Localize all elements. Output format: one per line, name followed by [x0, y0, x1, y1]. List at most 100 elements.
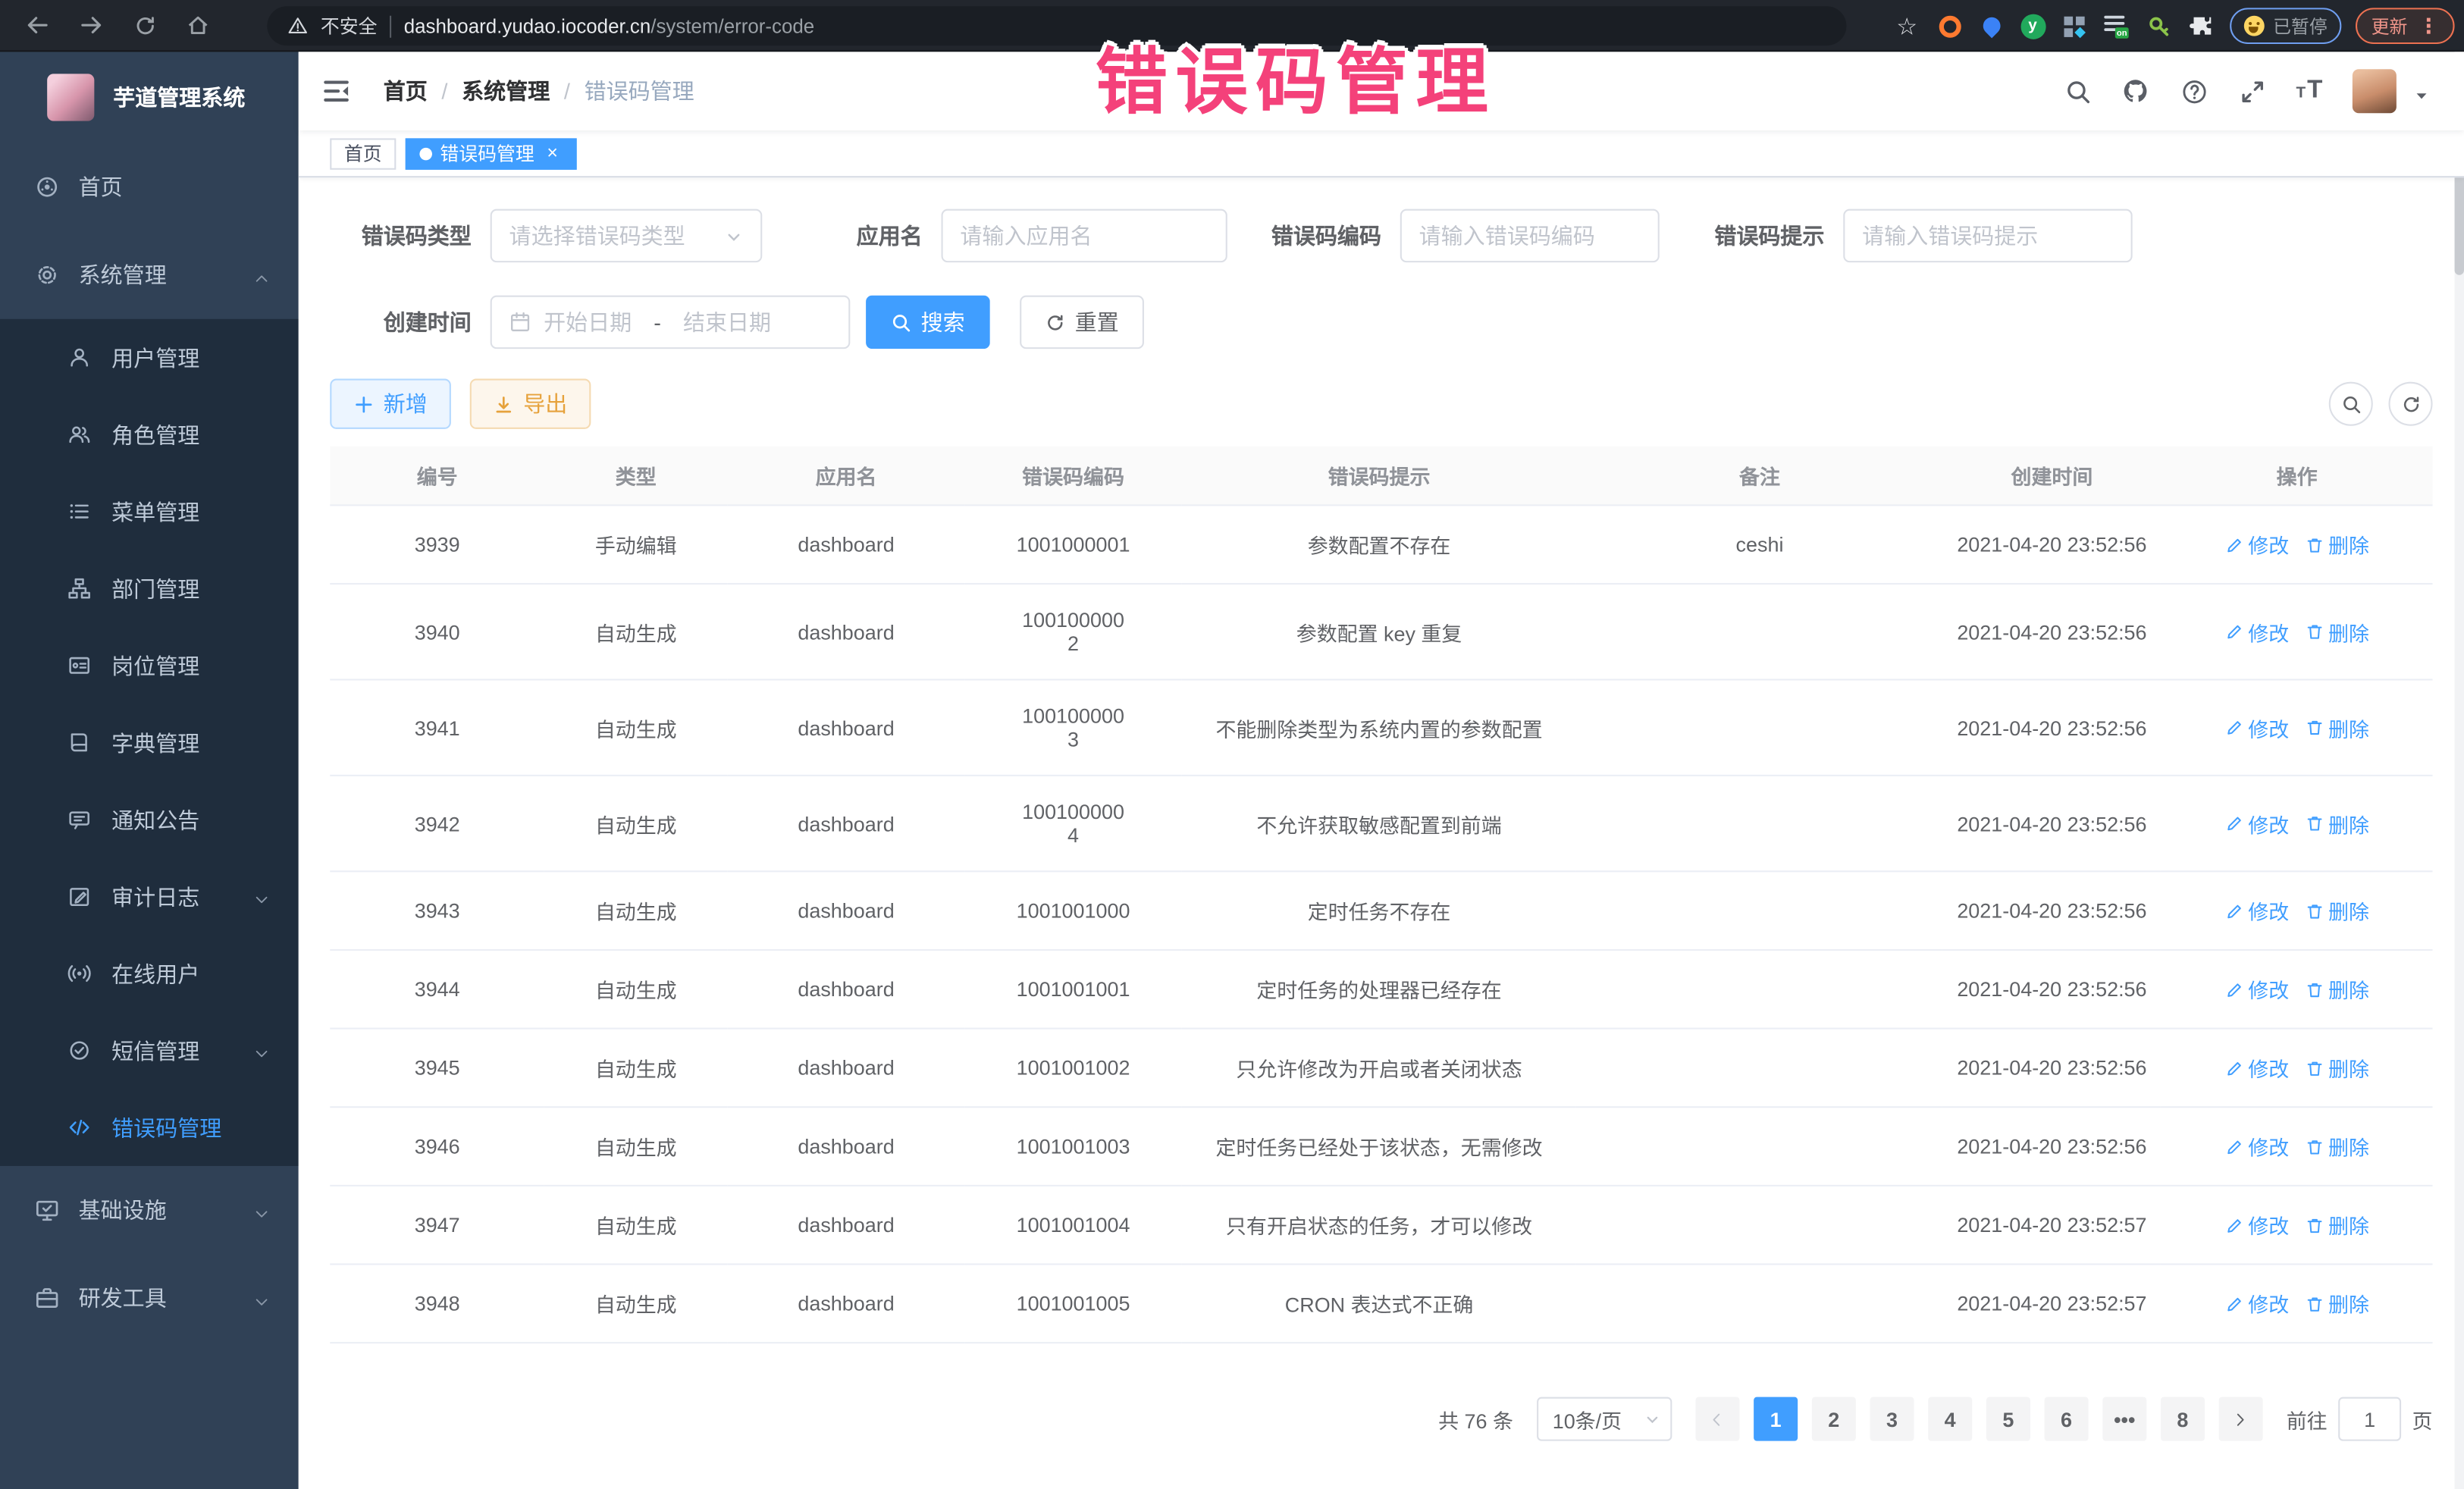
edit-link[interactable]: 修改 [2224, 974, 2289, 1004]
delete-link[interactable]: 删除 [2305, 1131, 2369, 1161]
delete-link[interactable]: 删除 [2305, 1210, 2369, 1240]
delete-link[interactable]: 删除 [2305, 895, 2369, 925]
fullscreen-icon[interactable] [2238, 77, 2266, 105]
browser-menu-kebab-icon[interactable] [2419, 12, 2439, 40]
github-icon[interactable] [2121, 77, 2149, 105]
delete-link[interactable]: 删除 [2305, 974, 2369, 1004]
edit-link[interactable]: 修改 [2224, 1289, 2289, 1318]
page-button-2[interactable]: 2 [1812, 1397, 1856, 1441]
reset-button[interactable]: 重置 [1020, 296, 1144, 349]
edit-link[interactable]: 修改 [2224, 1053, 2289, 1083]
extension-icon-green-key[interactable] [2144, 12, 2172, 40]
table-toolbar: 新增 导出 [330, 379, 2432, 429]
extension-icon-blue-drop[interactable] [1977, 12, 2005, 40]
page-button-8[interactable]: 8 [2161, 1397, 2205, 1441]
error-msg-input[interactable] [1862, 223, 2114, 248]
edit-link[interactable]: 修改 [2224, 808, 2289, 838]
address-bar[interactable]: 不安全 dashboard.yudao.iocoder.cn/system/er… [267, 6, 1846, 45]
breadcrumb-separator: / [564, 79, 570, 104]
error-type-select[interactable]: 请选择错误码类型 [491, 209, 763, 262]
cell-app: dashboard [727, 1186, 964, 1265]
edit-link[interactable]: 修改 [2224, 1210, 2289, 1240]
sidebar-item-infra[interactable]: 基础设施 [0, 1166, 299, 1254]
avatar-caret-down-icon[interactable] [2414, 83, 2430, 99]
browser-reload-icon[interactable] [123, 5, 167, 45]
next-page-button[interactable] [2219, 1397, 2263, 1441]
sidebar-item-menu[interactable]: 菜单管理 [0, 473, 299, 550]
page-button-3[interactable]: 3 [1870, 1397, 1914, 1441]
hamburger-icon[interactable] [299, 52, 374, 130]
delete-link[interactable]: 删除 [2305, 713, 2369, 742]
browser-back-icon[interactable] [16, 5, 60, 45]
delete-link[interactable]: 删除 [2305, 808, 2369, 838]
tag-home[interactable]: 首页 [330, 137, 396, 168]
sidebar-item-notice[interactable]: 通知公告 [0, 781, 299, 858]
page-button-5[interactable]: 5 [1986, 1397, 2030, 1441]
trash-icon [2305, 1137, 2324, 1156]
add-button[interactable]: 新增 [330, 379, 451, 429]
tag-error-code-active[interactable]: 错误码管理 × [406, 137, 577, 168]
page-button-6[interactable]: 6 [2045, 1397, 2089, 1441]
delete-link[interactable]: 删除 [2305, 1289, 2369, 1318]
delete-link[interactable]: 删除 [2305, 1053, 2369, 1083]
edit-link[interactable]: 修改 [2224, 895, 2289, 925]
table-row: 3942自动生成dashboard1001000004不允许获取敏感配置到前端2… [330, 776, 2432, 871]
user-avatar[interactable] [2353, 69, 2397, 113]
edit-link[interactable]: 修改 [2224, 529, 2289, 559]
sidebar-item-dict[interactable]: 字典管理 [0, 704, 299, 782]
delete-link[interactable]: 删除 [2305, 529, 2369, 559]
scrollbar[interactable] [2455, 52, 2464, 1489]
extension-icon-list-on-badge[interactable]: on [2102, 12, 2130, 40]
page-size-select[interactable]: 10条/页 [1537, 1397, 1672, 1441]
app-logo[interactable]: 芋道管理系统 [0, 52, 299, 143]
tag-close-icon[interactable]: × [542, 143, 563, 164]
sidebar-item-user[interactable]: 用户管理 [0, 319, 299, 397]
error-code-field[interactable] [1400, 209, 1660, 262]
sidebar-item-sms[interactable]: 短信管理 [0, 1012, 299, 1089]
extension-icon-orange-ring[interactable] [1936, 12, 1964, 40]
bookmark-star-icon[interactable] [1893, 12, 1921, 40]
sidebar-item-audit[interactable]: 审计日志 [0, 858, 299, 936]
page-ellipsis[interactable]: ••• [2102, 1397, 2146, 1441]
sidebar-item-online[interactable]: 在线用户 [0, 935, 299, 1012]
edit-link[interactable]: 修改 [2224, 617, 2289, 647]
extension-icon-green-circle[interactable] [2020, 14, 2045, 39]
sidebar-item-dept[interactable]: 部门管理 [0, 550, 299, 627]
extension-icon-puzzle[interactable] [2187, 12, 2215, 40]
sidebar-item-devtools[interactable]: 研发工具 [0, 1254, 299, 1342]
sidebar-item-system[interactable]: 系统管理 [0, 231, 299, 319]
goto-page-input[interactable] [2338, 1397, 2401, 1441]
breadcrumb-home[interactable]: 首页 [384, 75, 428, 106]
page-button-1[interactable]: 1 [1754, 1397, 1798, 1441]
date-range-picker[interactable]: 开始日期 - 结束日期 [491, 296, 851, 349]
delete-link[interactable]: 删除 [2305, 617, 2369, 647]
error-msg-field[interactable] [1843, 209, 2132, 262]
app-name-field[interactable] [942, 209, 1227, 262]
prev-page-button[interactable] [1695, 1397, 1739, 1441]
help-icon[interactable] [2180, 77, 2208, 105]
header-search-icon[interactable] [2064, 77, 2092, 105]
extension-icon-squares-grid[interactable] [2059, 12, 2087, 40]
edit-link[interactable]: 修改 [2224, 1131, 2289, 1161]
extension-paused-pill[interactable]: 已暂停 [2229, 8, 2341, 44]
sidebar-item-home[interactable]: 首页 [0, 143, 299, 231]
sidebar-item-post[interactable]: 岗位管理 [0, 627, 299, 704]
cell-create-time: 2021-04-20 23:52:56 [1942, 1107, 2161, 1186]
edit-link[interactable]: 修改 [2224, 713, 2289, 742]
font-size-icon[interactable] [2296, 80, 2322, 102]
page-button-4[interactable]: 4 [1928, 1397, 1972, 1441]
browser-forward-icon[interactable] [69, 5, 113, 45]
sidebar-item-role[interactable]: 角色管理 [0, 396, 299, 473]
browser-home-icon[interactable] [176, 5, 220, 45]
refresh-table-button[interactable] [2389, 382, 2433, 426]
cell-code: 1001001004 [965, 1186, 1182, 1265]
browser-update-button[interactable]: 更新 [2356, 8, 2455, 44]
toggle-search-button[interactable] [2329, 382, 2373, 426]
export-button[interactable]: 导出 [470, 379, 591, 429]
error-code-input[interactable] [1419, 223, 1641, 248]
refresh-icon [1045, 312, 1065, 332]
app-name-input[interactable] [960, 223, 1208, 248]
breadcrumb-system[interactable]: 系统管理 [462, 75, 550, 106]
sidebar-item-errcode[interactable]: 错误码管理 [0, 1089, 299, 1166]
search-button[interactable]: 搜索 [866, 296, 990, 349]
